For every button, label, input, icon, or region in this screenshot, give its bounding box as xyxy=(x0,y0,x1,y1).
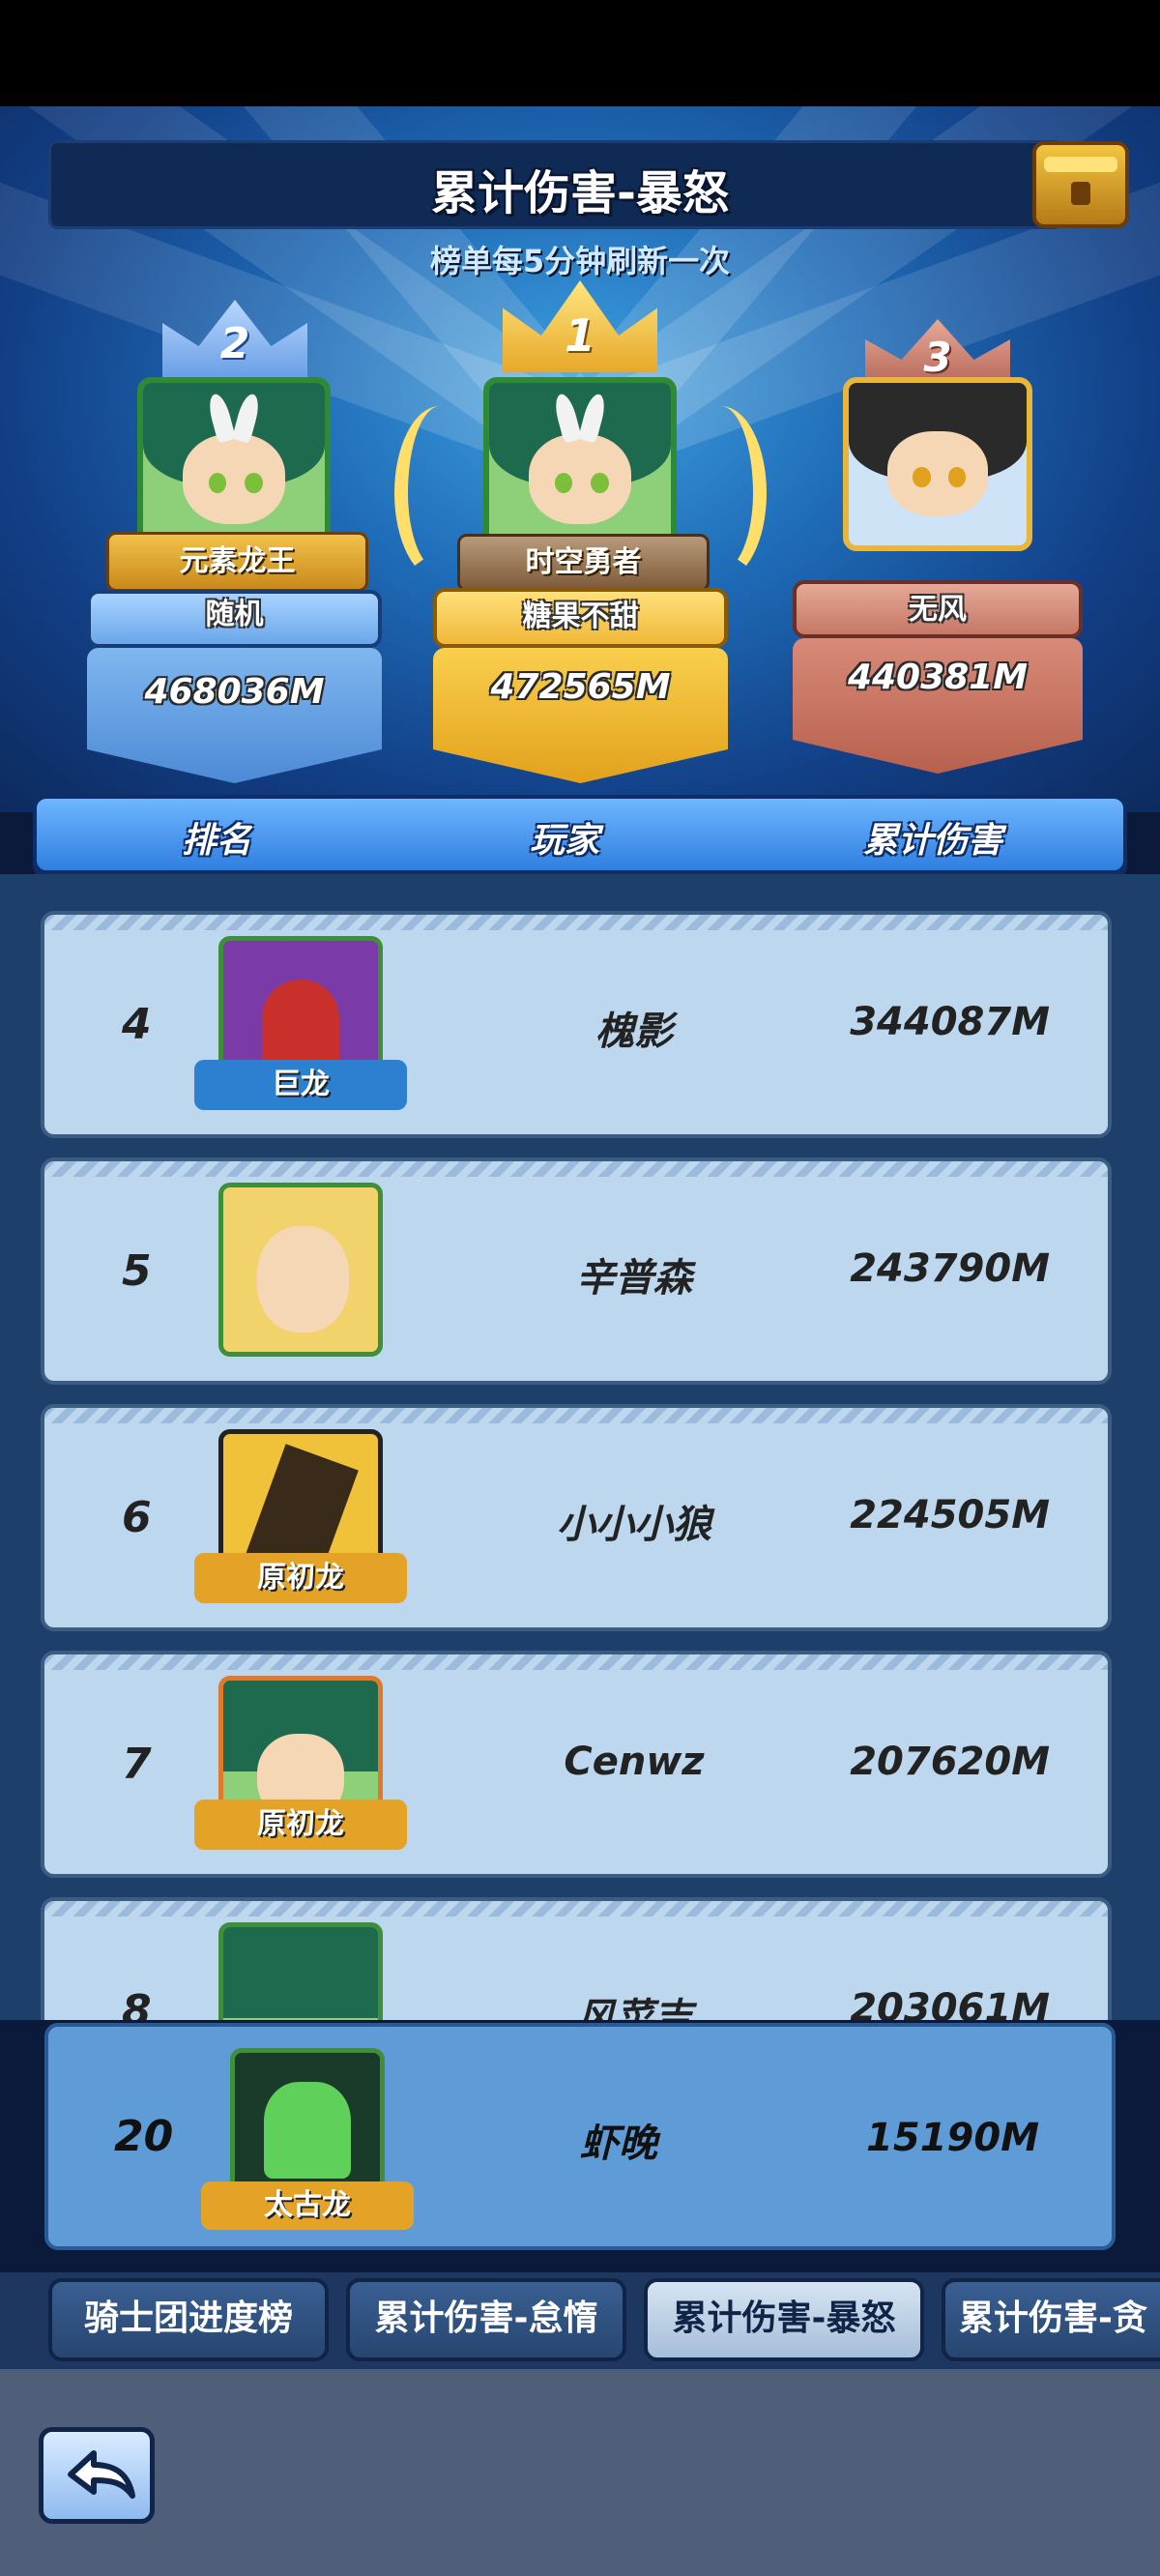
row-player: 槐影 xyxy=(595,1010,673,1054)
podium-second[interactable]: 2 元素龙王 随机 468036M xyxy=(87,300,382,783)
row-rank: 5 xyxy=(122,1246,152,1296)
my-rank-row[interactable]: 20 太古龙 虾晚 15190M xyxy=(44,2023,1116,2250)
row-player: 小小小狼 xyxy=(557,1503,711,1547)
row-rank: 8 xyxy=(122,1986,152,2020)
table-row[interactable]: 5 辛普森 243790M xyxy=(41,1157,1112,1385)
dragon-badge: 原初龙 xyxy=(194,1800,407,1850)
row-damage: 224505M xyxy=(850,1493,1050,1537)
player-avatar xyxy=(218,1922,383,2020)
rank-2-base xyxy=(87,648,382,783)
rank-1-title: 时空勇者 xyxy=(457,534,710,592)
table-header: 排名 玩家 累计伤害 xyxy=(33,795,1127,874)
row-damage: 344087M xyxy=(850,1000,1050,1044)
refresh-note: 榜单每5分钟刷新一次 xyxy=(429,243,731,279)
dragon-badge: 太古龙 xyxy=(201,2181,414,2230)
player-avatar xyxy=(218,1183,383,1357)
treasure-chest-icon[interactable] xyxy=(1032,141,1129,228)
rank-3-number: 3 xyxy=(923,334,952,381)
row-rank: 7 xyxy=(122,1740,152,1789)
rank-1-damage: 472565M xyxy=(490,667,671,707)
tab-sloth-damage[interactable]: 累计伤害-怠惰 xyxy=(346,2278,626,2361)
table-row[interactable]: 7 原初龙 Cenwz 207620M xyxy=(41,1651,1112,1878)
tab-wrath-damage[interactable]: 累计伤害-暴怒 xyxy=(644,2278,924,2361)
rank-2-title: 元素龙王 xyxy=(106,532,368,592)
row-damage: 207620M xyxy=(850,1740,1050,1784)
tab-knight-progress[interactable]: 骑士团进度榜 xyxy=(48,2278,329,2361)
row-player: Cenwz xyxy=(564,1740,705,1784)
rank-1-player: 糖果不甜 xyxy=(522,600,639,633)
status-bar xyxy=(0,0,1160,106)
my-damage: 15190M xyxy=(866,2116,1039,2160)
back-arrow-icon xyxy=(68,2450,135,2499)
dragon-badge: 巨龙 xyxy=(194,1060,407,1110)
row-damage: 203061M xyxy=(850,1986,1050,2020)
rank-2-damage: 468036M xyxy=(144,672,325,712)
row-rank: 4 xyxy=(122,1000,152,1049)
my-player-name: 虾晚 xyxy=(580,2122,657,2166)
dragon-badge: 原初龙 xyxy=(194,1553,407,1603)
bottom-bar xyxy=(0,2369,1160,2576)
rank-2-number: 2 xyxy=(219,319,250,368)
table-row[interactable]: 6 原初龙 小小小狼 224505M xyxy=(41,1404,1112,1631)
leaderboard-tabs[interactable]: 骑士团进度榜 累计伤害-怠惰 累计伤害-暴怒 累计伤害-贪 xyxy=(0,2272,1160,2369)
rank-3-avatar xyxy=(843,377,1032,551)
tab-greed-damage[interactable]: 累计伤害-贪 xyxy=(942,2278,1160,2361)
header-rank: 排名 xyxy=(182,821,252,861)
rank-1-number: 1 xyxy=(564,309,595,362)
rank-2-player: 随机 xyxy=(205,598,264,631)
back-button[interactable] xyxy=(39,2427,155,2524)
header-player: 玩家 xyxy=(530,821,600,861)
ranking-list[interactable]: 4 巨龙 槐影 344087M 5 辛普森 243790M 6 原初龙 小小小狼… xyxy=(0,874,1160,2020)
podium-third[interactable]: 3 无风 440381M xyxy=(793,319,1083,783)
my-rank: 20 xyxy=(114,2112,174,2161)
row-player: 辛普森 xyxy=(576,1256,692,1301)
rank-3-player: 无风 xyxy=(909,593,967,627)
row-player: 风菜吉 xyxy=(576,1996,692,2020)
row-rank: 6 xyxy=(122,1493,152,1542)
page-title: 累计伤害-暴怒 xyxy=(431,166,729,220)
podium-first[interactable]: 1 时空勇者 糖果不甜 472565M xyxy=(394,280,767,783)
table-row[interactable]: 8 风菜吉 203061M xyxy=(41,1897,1112,2020)
rank-3-damage: 440381M xyxy=(847,658,1029,697)
row-damage: 243790M xyxy=(850,1246,1050,1291)
header-damage: 累计伤害 xyxy=(863,821,1003,861)
table-row[interactable]: 4 巨龙 槐影 344087M xyxy=(41,911,1112,1138)
